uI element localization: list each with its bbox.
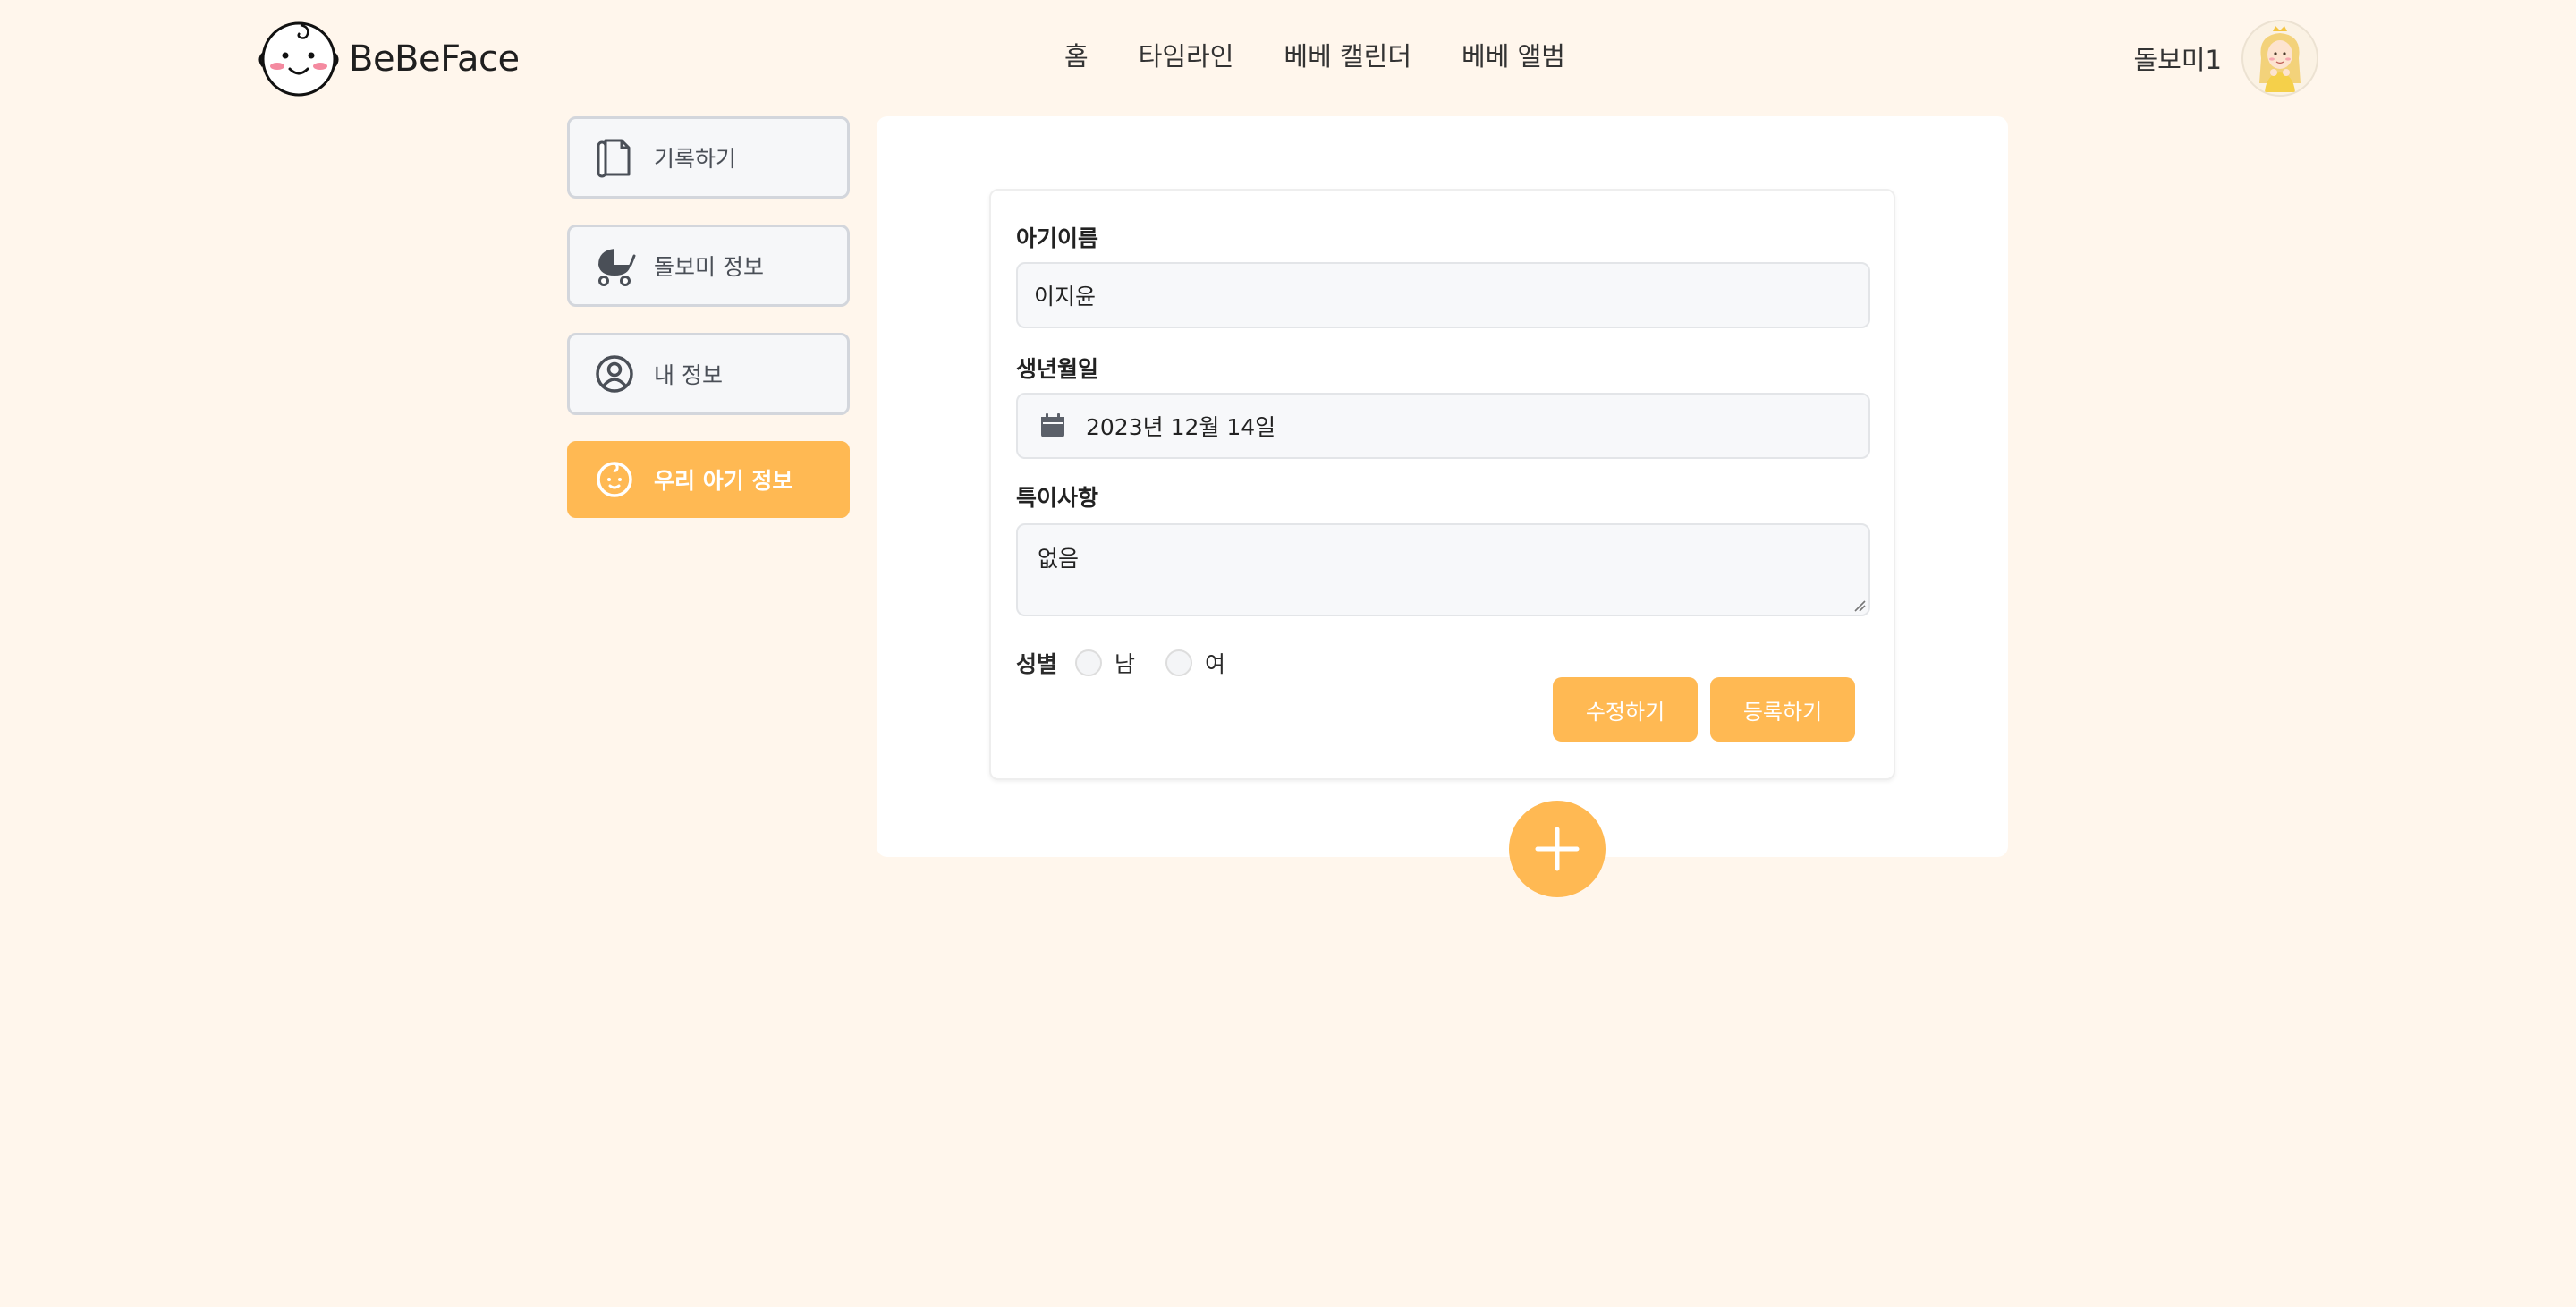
princess-avatar-icon bbox=[2259, 26, 2301, 92]
baby-name-input[interactable]: 이지윤 bbox=[1016, 262, 1870, 328]
sidebar-item-label: 우리 아기 정보 bbox=[654, 468, 793, 494]
baby-name-label: 아기이름 bbox=[1016, 225, 1099, 251]
birthdate-label: 생년월일 bbox=[1016, 356, 1099, 382]
birthdate-value: 2023년 12월 14일 bbox=[1086, 414, 1276, 440]
sidebar: 기록하기 돌보미 정보 내 정보 우리 아기 정보 bbox=[567, 116, 850, 544]
gender-option-female: 여 bbox=[1205, 651, 1226, 677]
logo[interactable]: BeBeFace bbox=[256, 20, 520, 98]
baby-info-form: 아기이름 이지윤 생년월일 2023년 12월 14일 특이사항 없음 성별 남… bbox=[989, 189, 1895, 897]
sidebar-item-record[interactable]: 기록하기 bbox=[567, 116, 850, 199]
gender-label: 성별 bbox=[1016, 651, 1058, 677]
user-menu[interactable]: 돌보미1 bbox=[2133, 20, 2318, 97]
main-panel: 아기이름 이지윤 생년월일 2023년 12월 14일 특이사항 없음 성별 남… bbox=[877, 116, 2008, 897]
nav-album[interactable]: 베베 앨범 bbox=[1462, 36, 1565, 73]
avatar[interactable] bbox=[2241, 20, 2318, 97]
notes-value: 없음 bbox=[1038, 546, 1080, 572]
nav-home[interactable]: 홈 bbox=[1064, 36, 1089, 73]
document-icon bbox=[593, 136, 636, 179]
sidebar-item-label: 내 정보 bbox=[654, 362, 723, 388]
gender-group: 성별 남 여 bbox=[1016, 647, 1256, 679]
baby-logo-icon bbox=[258, 21, 339, 97]
gender-radio-female[interactable] bbox=[1165, 649, 1193, 676]
nav-calendar[interactable]: 베베 캘린더 bbox=[1284, 36, 1411, 73]
resize-grip-icon[interactable] bbox=[1852, 598, 1866, 612]
stroller-icon bbox=[593, 244, 636, 287]
sidebar-item-caregiver-info[interactable]: 돌보미 정보 bbox=[567, 225, 850, 307]
edit-button[interactable]: 수정하기 bbox=[1553, 677, 1698, 742]
user-circle-icon bbox=[593, 352, 636, 395]
gender-option-male: 남 bbox=[1114, 651, 1136, 677]
baby-name-value: 이지윤 bbox=[1034, 284, 1097, 310]
baby-face-icon bbox=[593, 458, 636, 501]
calendar-icon bbox=[1041, 413, 1064, 437]
user-name: 돌보미1 bbox=[2133, 45, 2223, 75]
nav-timeline[interactable]: 타임라인 bbox=[1139, 36, 1234, 73]
sidebar-item-baby-info[interactable]: 우리 아기 정보 bbox=[567, 441, 850, 518]
notes-label: 특이사항 bbox=[1016, 485, 1099, 511]
register-button[interactable]: 등록하기 bbox=[1710, 677, 1855, 742]
add-button[interactable] bbox=[1509, 801, 1606, 897]
gender-radio-male[interactable] bbox=[1075, 649, 1103, 676]
sidebar-item-label: 기록하기 bbox=[654, 146, 737, 172]
birthdate-input[interactable]: 2023년 12월 14일 bbox=[1016, 393, 1870, 459]
sidebar-item-label: 돌보미 정보 bbox=[654, 254, 764, 280]
main-nav: 홈 타임라인 베베 캘린더 베베 앨범 bbox=[1064, 36, 1565, 73]
plus-icon bbox=[1535, 827, 1580, 871]
top-header: BeBeFace 홈 타임라인 베베 캘린더 베베 앨범 돌보미1 bbox=[0, 0, 2576, 116]
notes-textarea[interactable]: 없음 bbox=[1016, 523, 1870, 616]
logo-text: BeBeFace bbox=[349, 38, 520, 80]
sidebar-item-my-info[interactable]: 내 정보 bbox=[567, 333, 850, 415]
